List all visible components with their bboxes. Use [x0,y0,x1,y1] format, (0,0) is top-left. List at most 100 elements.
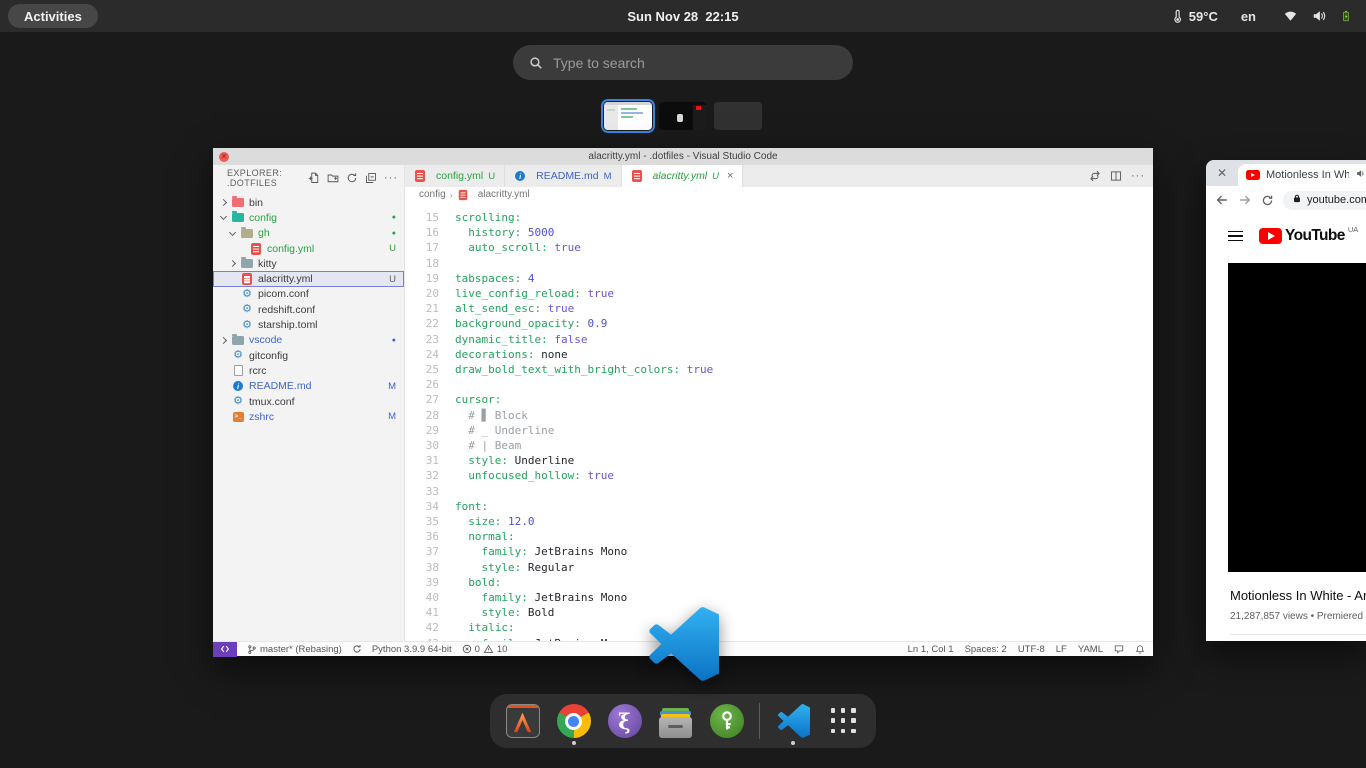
tab-audio-icon[interactable] [1355,166,1366,184]
keepass-icon [710,704,744,738]
explorer-item-alacritty.yml[interactable]: alacritty.yml U [213,271,404,286]
sync-icon[interactable] [352,644,362,654]
code-line-37: 37 family: JetBrains Mono [405,544,1153,559]
language-mode[interactable]: YAML [1078,644,1103,655]
terminal-icon: >_ [232,411,244,423]
tab-alacritty.yml[interactable]: alacritty.ymlU× [622,165,744,187]
yaml-file-icon [457,189,469,201]
explorer-item-bin[interactable]: bin [213,195,404,210]
explorer-item-README.md[interactable]: iREADME.mdM [213,379,404,394]
explorer-item-tmux.conf[interactable]: ⚙tmux.conf [213,394,404,409]
reload-icon[interactable] [1261,194,1274,207]
keyboard-layout-indicator: en [1241,9,1256,24]
explorer-item-config[interactable]: config● [213,210,404,225]
breadcrumb[interactable]: config › alacritty.yml [405,187,1153,202]
address-bar[interactable]: youtube.com/wa [1283,191,1366,210]
workspace-thumbnail-3[interactable] [714,102,762,130]
open-changes-icon[interactable] [1089,170,1101,182]
hamburger-menu-icon[interactable] [1228,228,1243,245]
chevron-icon [229,260,236,267]
yaml-file-icon [241,273,253,285]
explorer-item-kitty[interactable]: kitty [213,256,404,271]
youtube-logo[interactable]: YouTube UA [1259,226,1358,246]
breadcrumb-file[interactable]: alacritty.yml [478,189,530,200]
clock[interactable]: Sun Nov 28 22:15 [0,9,1366,24]
explorer-item-gitconfig[interactable]: ⚙gitconfig [213,348,404,363]
more-icon[interactable]: ··· [384,172,398,184]
system-tray[interactable]: 59°C en [1171,0,1352,32]
code-line-35: 35 size: 12.0 [405,514,1153,529]
breadcrumb-folder[interactable]: config [419,189,446,200]
problems-indicator[interactable]: 0 10 [462,644,508,655]
workspace-thumbnail-2[interactable] [659,102,707,130]
dock-item-chrome[interactable] [555,699,592,743]
explorer-item-config.yml[interactable]: config.ymlU [213,241,404,256]
collapse-folders-icon[interactable] [365,172,377,184]
forward-icon[interactable] [1238,193,1252,207]
tab-close-icon[interactable]: × [727,170,733,182]
url-text: youtube.com/wa [1307,194,1366,206]
dock-item-keepass[interactable] [708,699,745,743]
dock-item-vscode[interactable] [774,699,811,743]
volume-icon [1311,9,1327,23]
indentation-setting[interactable]: Spaces: 2 [965,644,1007,655]
browser-tab[interactable]: Motionless In White - [1238,164,1366,186]
video-player[interactable] [1228,263,1366,572]
feedback-icon[interactable] [1114,644,1124,654]
remote-indicator[interactable] [213,642,237,657]
eol-setting[interactable]: LF [1056,644,1067,655]
window-close-button[interactable]: ✕ [219,152,229,162]
item-label: gitconfig [249,350,288,362]
chrome-icon [557,704,591,738]
vscode-titlebar[interactable]: ✕ alacritty.yml - .dotfiles - Visual Stu… [213,148,1153,165]
git-status-badge: U [389,274,396,285]
explorer-item-rcrc[interactable]: rcrc [213,363,404,378]
folder-icon [232,212,244,224]
item-label: alacritty.yml [258,273,313,285]
dock-item-emacs[interactable]: ξ [606,699,643,743]
code-line-27: 27cursor: [405,392,1153,407]
git-branch-status[interactable]: master* (Rebasing) [247,644,342,655]
line-number: 38 [405,560,439,575]
gear-icon: ⚙ [241,288,253,300]
search-bar[interactable] [513,45,853,80]
back-icon[interactable] [1215,193,1229,207]
dock-item-files[interactable] [657,699,694,743]
split-editor-icon[interactable] [1110,170,1122,182]
encoding-setting[interactable]: UTF-8 [1018,644,1045,655]
explorer-item-starship.toml[interactable]: ⚙starship.toml [213,317,404,332]
new-folder-icon[interactable] [327,172,339,184]
more-actions-icon[interactable]: ··· [1131,170,1145,182]
search-input[interactable] [553,55,823,71]
cursor-position[interactable]: Ln 1, Col 1 [908,644,954,655]
explorer-item-picom.conf[interactable]: ⚙ picom.conf [213,287,404,302]
item-label: README.md [249,380,311,392]
item-label: picom.conf [258,288,309,300]
git-dot-badge: ● [392,230,396,237]
new-file-icon[interactable] [308,172,320,184]
explorer-item-gh[interactable]: gh ● [213,226,404,241]
code-line-33: 33 [405,484,1153,499]
explorer-item-vscode[interactable]: vscode● [213,333,404,348]
dock-item-app-grid[interactable] [825,699,862,743]
code-line-15: 15scrolling: [405,210,1153,225]
divider [1230,634,1366,635]
code-line-42: 42 italic: [405,620,1153,635]
dock-item-alacritty[interactable] [504,699,541,743]
tab-README.md[interactable]: iREADME.mdM [505,165,621,187]
folder-icon [232,197,244,209]
code-line-20: 20live_config_reload: true [405,286,1153,301]
git-dot-badge: ● [392,337,396,344]
youtube-country-badge: UA [1348,225,1358,234]
git-status-badge: M [388,411,396,422]
code-editor[interactable]: 15scrolling:16 history: 500017 auto_scro… [405,202,1153,641]
notifications-bell-icon[interactable] [1135,644,1145,655]
tab-config.yml[interactable]: config.ymlU [405,165,505,187]
item-label: gh [258,227,270,239]
refresh-icon[interactable] [346,172,358,184]
tabstrip-close-icon[interactable]: ✕ [1217,166,1227,180]
explorer-item-redshift.conf[interactable]: ⚙redshift.conf [213,302,404,317]
explorer-item-zshrc[interactable]: >_zshrcM [213,409,404,424]
python-interpreter[interactable]: Python 3.9.9 64-bit [372,644,452,655]
workspace-thumbnail-1[interactable] [604,102,652,130]
